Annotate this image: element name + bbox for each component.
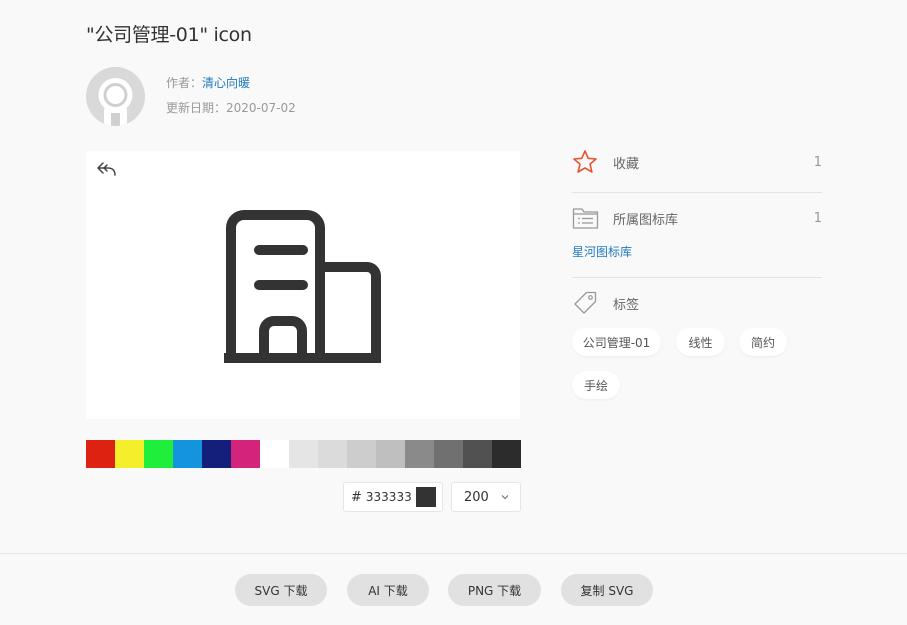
color-swatch[interactable]	[231, 440, 260, 468]
favorite-row[interactable]: 收藏 1	[572, 148, 822, 176]
color-palette	[86, 440, 521, 468]
favorite-count: 1	[813, 154, 822, 170]
company-building-icon	[224, 210, 381, 363]
tag-chip[interactable]: 线性	[676, 328, 725, 356]
avatar-astronaut-icon	[86, 67, 145, 126]
ai-download-button[interactable]: AI 下载	[347, 574, 429, 606]
color-swatch[interactable]	[144, 440, 173, 468]
svg-download-button[interactable]: SVG 下载	[235, 574, 327, 606]
folder-list-icon	[572, 208, 599, 229]
author-line: 作者：清心向暖	[166, 74, 250, 91]
size-value: 200	[464, 489, 489, 505]
date-value: 2020-07-02	[226, 101, 296, 115]
favorite-label: 收藏	[613, 156, 640, 172]
color-swatch[interactable]	[289, 440, 318, 468]
size-select[interactable]: 200	[451, 482, 521, 512]
library-link[interactable]: 星河图标库	[572, 243, 632, 260]
current-color-swatch[interactable]	[416, 487, 436, 507]
hex-color-input[interactable]: # 333333	[343, 482, 443, 512]
tags-row: 标签	[572, 289, 822, 317]
library-label: 所属图标库	[613, 212, 679, 228]
page-title: "公司管理-01" icon	[86, 24, 252, 46]
color-swatch[interactable]	[376, 440, 405, 468]
color-swatch[interactable]	[492, 440, 521, 468]
hash-symbol: #	[351, 489, 362, 505]
color-swatch[interactable]	[318, 440, 347, 468]
icon-preview-canvas	[86, 151, 520, 419]
library-count: 1	[813, 210, 822, 226]
chevron-down-icon	[501, 495, 509, 500]
color-swatch[interactable]	[202, 440, 231, 468]
color-swatch[interactable]	[115, 440, 144, 468]
color-swatch[interactable]	[347, 440, 376, 468]
hex-value[interactable]: 333333	[366, 490, 412, 504]
avatar[interactable]	[86, 67, 145, 126]
color-swatch[interactable]	[463, 440, 492, 468]
color-swatch[interactable]	[434, 440, 463, 468]
color-swatch[interactable]	[405, 440, 434, 468]
color-swatch[interactable]	[173, 440, 202, 468]
tag-chip[interactable]: 简约	[739, 328, 787, 356]
footer-divider	[0, 553, 907, 554]
date-label: 更新日期：	[166, 101, 227, 115]
divider	[572, 192, 822, 193]
png-download-button[interactable]: PNG 下载	[448, 574, 541, 606]
tag-chip[interactable]: 公司管理-01	[572, 328, 661, 356]
tag-icon	[574, 291, 597, 314]
author-link[interactable]: 清心向暖	[202, 76, 250, 90]
star-icon[interactable]	[572, 149, 598, 175]
author-label: 作者：	[166, 76, 203, 90]
copy-svg-button[interactable]: 复制 SVG	[561, 574, 653, 606]
tag-chip[interactable]: 手绘	[572, 371, 620, 399]
library-row: 所属图标库 1	[572, 204, 822, 232]
date-line: 更新日期：2020-07-02	[166, 99, 296, 116]
tags-label: 标签	[613, 297, 640, 313]
color-swatch[interactable]	[86, 440, 115, 468]
color-swatch[interactable]	[260, 440, 289, 468]
undo-icon[interactable]	[96, 161, 118, 179]
divider	[572, 277, 822, 278]
